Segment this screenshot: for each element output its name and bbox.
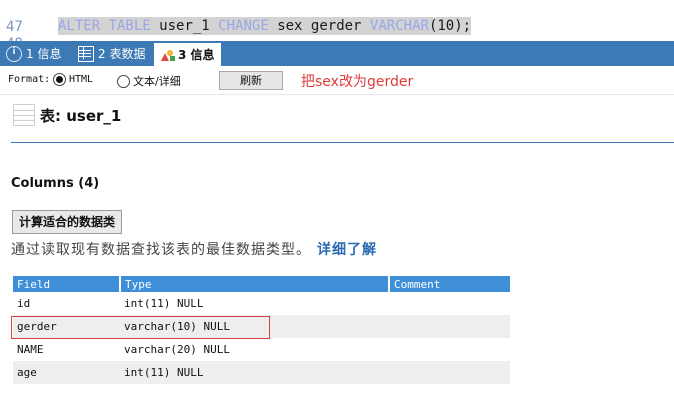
tab-table-data[interactable]: 2 表数据 (78, 43, 145, 64)
sql-keyword: VARCHAR (369, 18, 429, 34)
type-cell: int(11) NULL (124, 297, 204, 310)
divider (11, 142, 674, 143)
radio-unselected-icon (117, 74, 130, 88)
field-cell: age (13, 361, 120, 384)
description-text: 通过读取现有数据查找该表的最佳数据类型。 详细了解 (11, 239, 377, 259)
comment-cell (389, 315, 510, 338)
format-toolbar: Format: HTML 文本/详细 刷新 把sex改为gerder (0, 66, 674, 95)
refresh-button[interactable]: 刷新 (219, 71, 283, 90)
radio-text-label: 文本/详细 (133, 75, 181, 88)
sql-editor[interactable]: 47 48 ALTER TABLE user_1 CHANGE sex gerd… (0, 0, 674, 52)
format-label: Format: (8, 74, 51, 85)
red-highlight-box (11, 316, 270, 339)
table-icon (13, 104, 35, 126)
field-cell: id (17, 297, 31, 310)
info-icon: i (6, 45, 22, 62)
radio-selected-icon (53, 73, 66, 86)
code-line-47: 47 (0, 0, 674, 35)
tab-info-3[interactable]: 3 信息 (154, 43, 221, 66)
table-row: NAME varchar(20) NULL (13, 338, 510, 361)
table-row: id int(11) NULL (13, 292, 510, 315)
radio-html-label: HTML (69, 74, 94, 85)
calculate-data-types-button[interactable]: 计算适合的数据类 (12, 210, 123, 234)
radio-text-detail[interactable]: 文本/详细 (117, 73, 181, 89)
sql-statement[interactable]: ALTER TABLE user_1 CHANGE sex gerder VAR… (58, 17, 472, 35)
comment-cell (389, 338, 510, 361)
sql-args: (10); (428, 18, 472, 34)
colorful-shapes-icon (160, 48, 175, 62)
table-row: age int(11) NULL (13, 361, 510, 384)
code-line-48: 48 ALTER TABLE user_1 CHANGE sex gerder … (0, 17, 674, 52)
type-cell: int(11) NULL (120, 361, 389, 384)
field-cell: NAME (17, 343, 44, 356)
header-field[interactable]: Field (13, 276, 121, 292)
header-type[interactable]: Type (120, 276, 390, 292)
sql-keyword: CHANGE (218, 18, 269, 34)
sql-column-names: sex gerder (277, 18, 362, 34)
type-cell: varchar(20) NULL (124, 343, 230, 356)
table-header-row: Field Type Comment (13, 276, 510, 292)
table-title: 表: user_1 (40, 107, 122, 125)
table-grid-icon (78, 45, 94, 62)
description: 通过读取现有数据查找该表的最佳数据类型。 (11, 242, 311, 258)
comment-cell (389, 361, 510, 384)
tab-info-1[interactable]: i 1 信息 (6, 43, 61, 64)
radio-html[interactable]: HTML (53, 73, 93, 86)
columns-heading: Columns (4) (11, 176, 100, 191)
annotation-note: 把sex改为gerder (301, 74, 414, 90)
tab-label: 3 信息 (178, 48, 215, 62)
learn-more-link[interactable]: 详细了解 (317, 242, 377, 258)
comment-cell (389, 292, 510, 315)
sql-keyword: ALTER TABLE (58, 18, 151, 34)
tab-label: 2 表数据 (98, 47, 146, 61)
header-comment[interactable]: Comment (389, 276, 510, 292)
sql-table-name: user_1 (159, 18, 210, 34)
tab-label: 1 信息 (26, 47, 62, 61)
result-tabbar: i 1 信息 2 表数据 3 信息 (0, 41, 674, 66)
